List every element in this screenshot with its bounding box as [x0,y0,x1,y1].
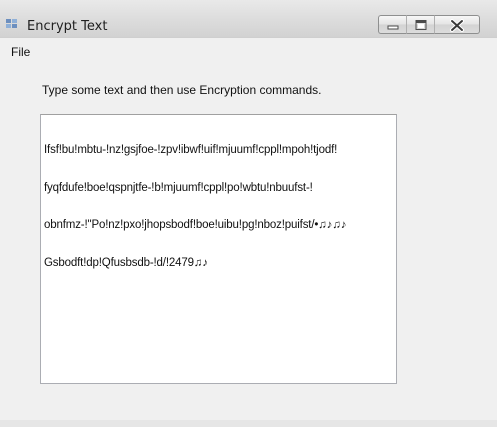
app-window: Encrypt Text File Type some text and the… [0,0,497,427]
instructions-label: Type some text and then use Encryption c… [42,83,322,97]
close-button[interactable] [435,15,480,34]
title-bar[interactable]: Encrypt Text [0,0,497,38]
textbox-line: Gsbodft!dp!Qfusbsdb-!d/!2479♫♪ [44,256,208,269]
window-bottom-edge [0,420,497,427]
textbox-line: Ifsf!bu!mbtu-!nz!gsjfoe-!zpv!ibwf!uif!mj… [44,144,338,156]
window-title: Encrypt Text [27,19,108,34]
maximize-button[interactable] [407,15,435,34]
textbox-content: Ifsf!bu!mbtu-!nz!gsjfoe-!zpv!ibwf!uif!mj… [44,119,393,294]
text-input-area[interactable]: Ifsf!bu!mbtu-!nz!gsjfoe-!zpv!ibwf!uif!mj… [40,114,397,384]
textbox-line: obnfmz-!"Po!nz!pxo!jhopsbodf!boe!uibu!pg… [44,219,347,231]
maximize-icon [415,20,427,30]
menu-item-file[interactable]: File [11,45,30,59]
windows-form-icon [6,19,17,28]
textbox-line: fyqfdufe!boe!qspnjtfe-!b!mjuumf!cppl!po!… [44,181,313,194]
close-icon [450,19,464,32]
minimize-icon [387,25,399,30]
menu-bar: File [0,38,497,64]
minimize-button[interactable] [378,15,407,34]
